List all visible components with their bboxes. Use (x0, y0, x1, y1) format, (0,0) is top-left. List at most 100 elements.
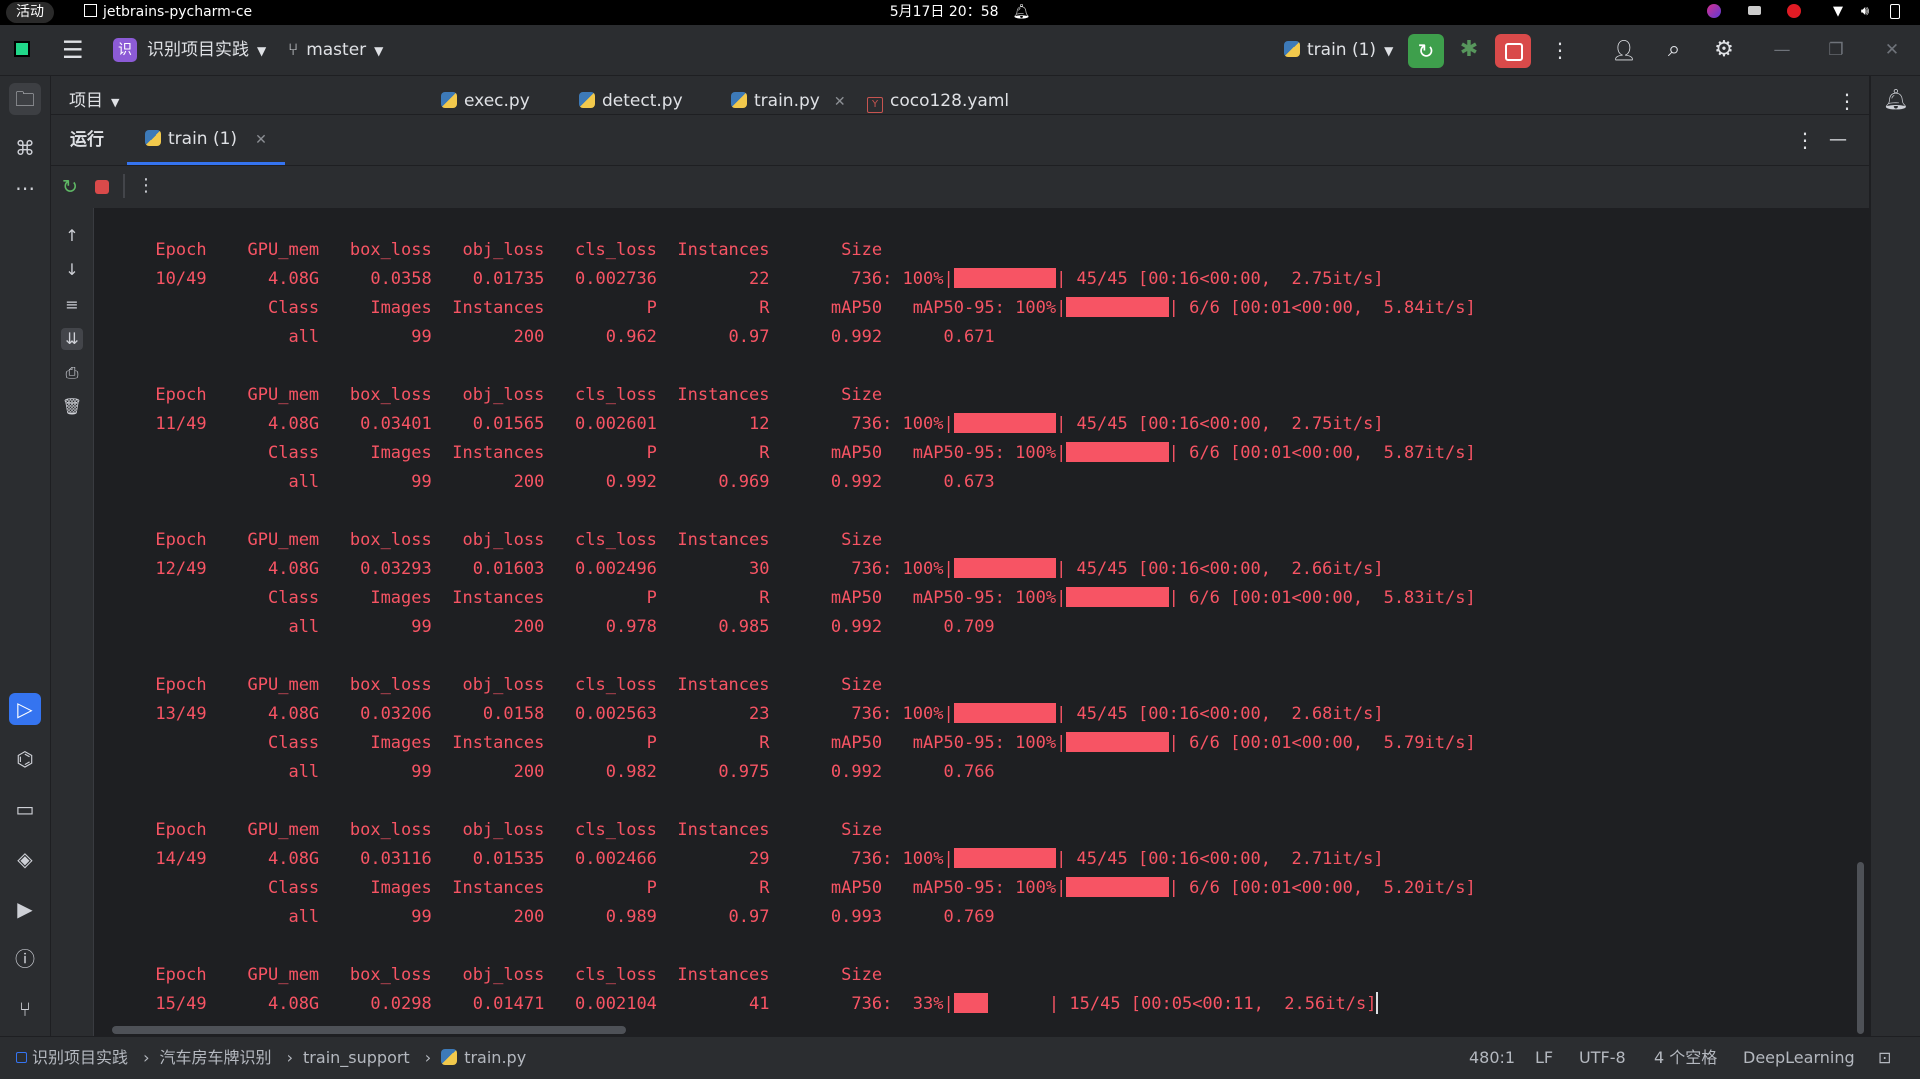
python-interpreter[interactable]: DeepLearning (1743, 1037, 1855, 1079)
toolbar-divider (123, 174, 125, 198)
system-top-bar: 活动 jetbrains-pycharm-ce 5月17日 20：58 🔔︎ ▼ … (0, 0, 1920, 25)
project-selector[interactable]: 识别项目实践 ▼ (147, 34, 266, 66)
close-window-icon[interactable]: ✕ (1882, 34, 1902, 66)
stop-icon[interactable] (95, 180, 109, 194)
problems-button[interactable]: ⓘ (9, 943, 41, 975)
python-file-icon (579, 92, 595, 108)
progress-bar (1066, 732, 1169, 752)
trash-icon[interactable]: 🗑︎ (61, 396, 83, 418)
more-options-icon[interactable]: ⋮ (137, 175, 155, 196)
breadcrumb: 识别项目实践 › 汽车房车牌识别 › train_support › train.py (16, 1037, 526, 1079)
status-bar: 识别项目实践 › 汽车房车牌识别 › train_support › train.py… (0, 1036, 1920, 1079)
restore-window-icon[interactable]: ❐ (1826, 34, 1846, 66)
battery-icon[interactable] (1887, 4, 1903, 20)
do-not-disturb-icon[interactable] (1786, 4, 1802, 20)
run-config-name: train (1) (1307, 40, 1377, 60)
wifi-icon[interactable]: ▼ (1830, 4, 1846, 20)
more-actions-icon[interactable]: ⋮ (1550, 34, 1570, 66)
file-encoding[interactable]: UTF-8 (1579, 1037, 1626, 1079)
soft-wrap-icon[interactable]: ≡ (61, 294, 83, 316)
project-badge[interactable]: 识 (113, 38, 137, 62)
git-button[interactable]: ⑂ (9, 993, 41, 1025)
tab-train-py[interactable]: train.py ✕ (731, 76, 846, 114)
horizontal-scrollbar[interactable] (112, 1026, 626, 1034)
clock[interactable]: 5月17日 20：58 🔔︎ (0, 0, 1920, 25)
volume-icon[interactable]: 🔊︎ (1857, 4, 1873, 20)
notifications-button[interactable]: 🔔︎ (1880, 83, 1912, 115)
close-tab-icon[interactable]: ✕ (255, 132, 267, 148)
arrow-down-icon[interactable]: ↓ (61, 259, 83, 281)
breadcrumb-item[interactable]: 识别项目实践 (32, 1048, 128, 1067)
yaml-file-icon: Y (867, 97, 883, 113)
branch-selector[interactable]: ⑂ master ▼ (288, 34, 383, 66)
python-packages-button[interactable]: ◈ (9, 843, 41, 875)
stop-button[interactable] (1495, 34, 1531, 68)
search-icon[interactable]: ⌕ (1660, 34, 1688, 66)
debug-button[interactable]: ✱ (1455, 34, 1483, 66)
breadcrumb-item[interactable]: 汽车房车牌识别 (160, 1048, 272, 1067)
val-result-line: all 99 200 0.978 0.985 0.992 0.709 (94, 617, 995, 637)
more-tools-icon[interactable]: ⋯ (9, 172, 41, 204)
run-config-selector[interactable]: train (1) ▼ (1284, 34, 1393, 66)
keyboard-tray-icon[interactable] (1746, 4, 1762, 20)
lock-icon[interactable]: ⊡ (1878, 1037, 1891, 1079)
run-toolbar: ↻ ⋮ (51, 166, 1869, 208)
scroll-to-end-icon[interactable]: ⇊ (61, 328, 83, 350)
module-icon (16, 1052, 27, 1063)
bell-icon: 🔔︎ (1012, 4, 1031, 20)
python-icon (145, 130, 161, 146)
color-app-tray-icon[interactable] (1706, 4, 1722, 20)
caret-position[interactable]: 480:1 (1469, 1037, 1515, 1079)
terminal-icon: ▭ (15, 797, 35, 821)
rerun-button[interactable]: ↻ (1408, 34, 1444, 68)
progress-bar (953, 993, 988, 1013)
project-view-selector[interactable]: 项目 ▼ (69, 76, 119, 114)
arrow-up-icon[interactable]: ↑ (61, 225, 83, 247)
print-icon[interactable]: ⎙ (61, 362, 83, 384)
run-tab-train[interactable]: train (1) ✕ (127, 115, 285, 165)
tab-options-icon[interactable]: ⋮ (1837, 76, 1857, 114)
layers-icon: ◈ (17, 847, 33, 871)
services-button[interactable]: ▶ (9, 893, 41, 925)
python-console-button[interactable]: ⌬ (9, 743, 41, 775)
console-side-toolbar: ↑ ↓ ≡ ⇊ ⎙ 🗑︎ (51, 208, 94, 1036)
add-user-icon[interactable]: 👤︎ (1610, 34, 1638, 66)
chevron-right-icon: › (286, 1048, 294, 1067)
val-result-line: all 99 200 0.992 0.969 0.992 0.673 (94, 472, 995, 492)
bell-icon: 🔔︎ (1883, 87, 1909, 111)
val-progress-line: Class Images Instances P R mAP50 mAP50-9… (94, 442, 1476, 463)
clock-label: 5月17日 20：58 (889, 4, 999, 20)
breadcrumb-item[interactable]: train.py (464, 1048, 526, 1067)
rerun-icon[interactable]: ↻ (59, 176, 81, 198)
epoch-header-line: Epoch GPU_mem box_loss obj_loss cls_loss… (94, 675, 883, 695)
progress-bar (1066, 297, 1169, 317)
console-output[interactable]: Epoch GPU_mem box_loss obj_loss cls_loss… (94, 208, 1869, 1036)
structure-tool-button[interactable]: ⌘ (9, 132, 41, 164)
line-separator[interactable]: LF (1535, 1037, 1553, 1079)
close-tab-icon[interactable]: ✕ (834, 94, 846, 110)
editor-tab-bar: 项目 ▼ exec.py detect.py train.py ✕ Ycoco128… (51, 76, 1869, 115)
tab-exec-py[interactable]: exec.py (441, 76, 530, 114)
run-tool-button[interactable]: ▷ (9, 693, 41, 725)
main-menu-icon[interactable]: ☰ (62, 34, 84, 66)
indent-setting[interactable]: 4 个空格 (1654, 1037, 1717, 1079)
breadcrumb-item[interactable]: train_support (303, 1048, 410, 1067)
settings-gear-icon[interactable]: ⚙ (1710, 34, 1738, 66)
terminal-button[interactable]: ▭ (9, 793, 41, 825)
python-file-icon (731, 92, 747, 108)
tab-coco128-yaml[interactable]: Ycoco128.yaml (867, 76, 1009, 114)
text-cursor (1376, 992, 1379, 1014)
chevron-right-icon: › (143, 1048, 150, 1067)
main-toolbar: ☰ 识 识别项目实践 ▼ ⑂ master ▼ train (1) ▼ ↻ ✱ ⋮ 👤︎… (0, 25, 1920, 76)
minimize-window-icon[interactable]: — (1772, 34, 1792, 66)
vertical-scrollbar[interactable] (1857, 862, 1864, 1034)
progress-bar (953, 558, 1057, 578)
run-panel-options-icon[interactable]: ⋮ (1795, 115, 1815, 165)
tab-detect-py[interactable]: detect.py (579, 76, 683, 114)
progress-bar (953, 413, 1057, 433)
chevron-down-icon: ▼ (111, 96, 120, 109)
epoch-header-line: Epoch GPU_mem box_loss obj_loss cls_loss… (94, 240, 883, 260)
project-tool-button[interactable]: 🗀︎ (9, 83, 41, 115)
hide-panel-icon[interactable]: — (1829, 115, 1847, 165)
chevron-down-icon: ▼ (257, 44, 267, 58)
